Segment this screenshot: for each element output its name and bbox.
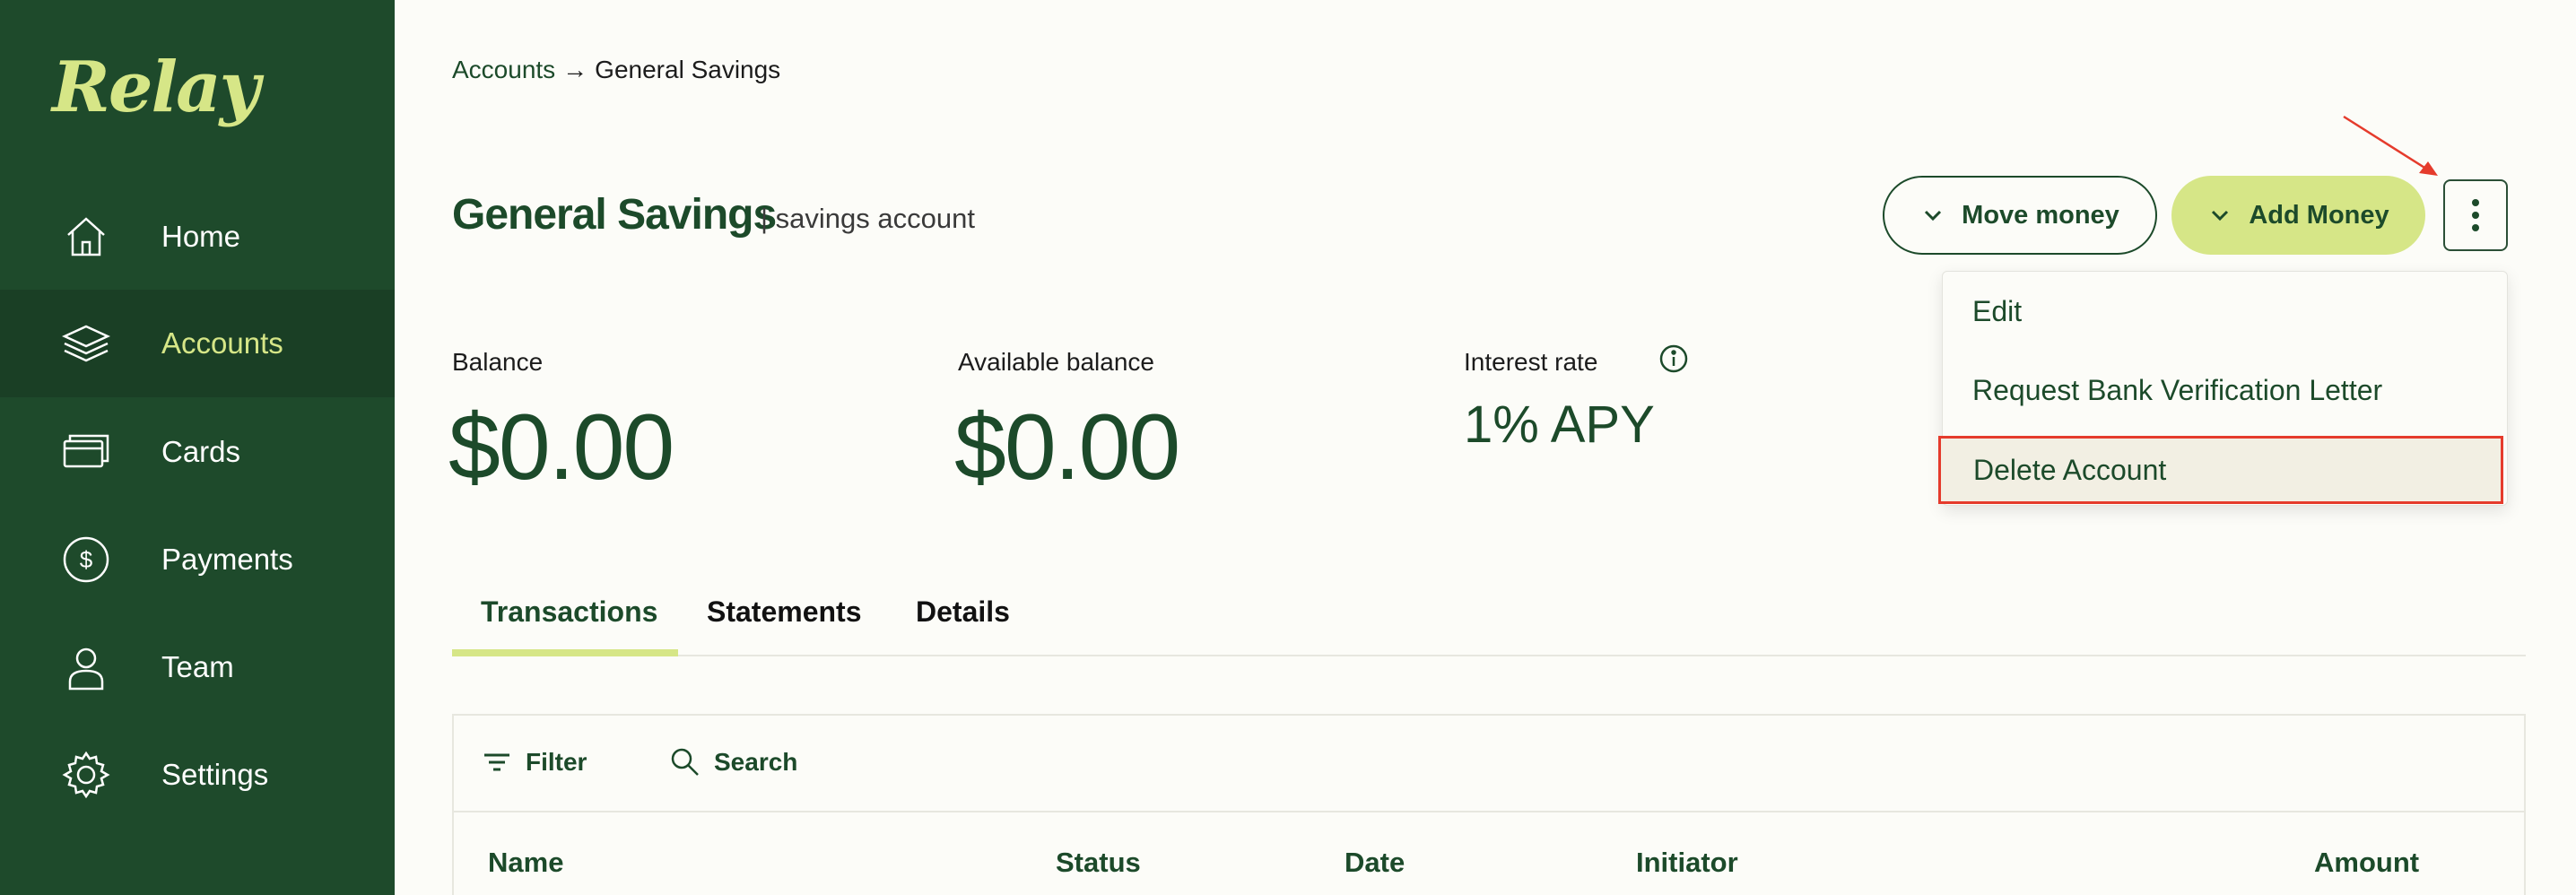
account-tabs: Transactions Statements Details <box>452 585 2526 656</box>
sidebar-item-label: Settings <box>161 758 269 791</box>
interest-rate-label: Interest rate <box>1464 348 1598 376</box>
breadcrumb-accounts-link[interactable]: Accounts <box>452 56 555 83</box>
sidebar-item-label: Cards <box>161 435 241 468</box>
sidebar-item-accounts[interactable]: Accounts <box>0 290 395 397</box>
chevron-down-icon <box>2212 210 2229 222</box>
home-icon <box>61 212 111 262</box>
filter-button[interactable]: Filter <box>481 746 587 778</box>
breadcrumb-separator: → <box>562 56 588 83</box>
sidebar-item-home[interactable]: Home <box>0 183 395 291</box>
available-balance-label: Available balance <box>958 348 1154 376</box>
sidebar-item-payments[interactable]: $ Payments <box>0 506 395 613</box>
tab-details[interactable]: Details <box>916 595 1010 629</box>
gear-icon <box>61 750 111 800</box>
search-button[interactable]: Search <box>669 746 797 778</box>
tab-statements[interactable]: Statements <box>707 595 862 629</box>
more-options-button[interactable] <box>2443 179 2508 251</box>
person-icon <box>61 642 111 692</box>
add-money-label: Add Money <box>2249 200 2389 230</box>
active-tab-indicator <box>452 649 678 656</box>
sidebar-item-label: Team <box>161 650 234 683</box>
relay-logo[interactable]: Relay <box>52 47 260 128</box>
available-balance-value: $0.00 <box>954 395 1180 500</box>
sidebar-item-label: Accounts <box>161 326 283 360</box>
column-header-amount[interactable]: Amount <box>2314 847 2419 879</box>
page-title: General Savings <box>452 191 777 239</box>
sidebar-item-label: Payments <box>161 543 293 576</box>
chevron-down-icon <box>1925 210 1942 222</box>
more-vertical-icon <box>2472 199 2479 231</box>
sidebar-item-team[interactable]: Team <box>0 613 395 721</box>
account-type-label: | savings account <box>761 203 975 234</box>
menu-item-delete-account[interactable]: Delete Account <box>1938 436 2503 504</box>
sidebar-item-settings[interactable]: Settings <box>0 721 395 829</box>
transactions-table: Filter Search Name Status Date Initiator… <box>452 714 2526 895</box>
column-header-name[interactable]: Name <box>488 847 563 879</box>
filter-icon <box>484 753 509 771</box>
cards-icon <box>61 427 111 477</box>
tab-transactions[interactable]: Transactions <box>481 595 657 629</box>
search-label: Search <box>714 748 798 776</box>
column-header-date[interactable]: Date <box>1345 847 1405 879</box>
svg-text:$: $ <box>80 546 93 573</box>
sidebar: Relay Home Accounts Cards $ Payments Tea… <box>0 0 395 895</box>
breadcrumb: Accounts → General Savings <box>452 56 780 84</box>
add-money-button[interactable]: Add Money <box>2171 176 2425 255</box>
filter-label: Filter <box>526 748 587 776</box>
sidebar-item-label: Home <box>161 220 241 253</box>
move-money-label: Move money <box>1962 200 2119 230</box>
move-money-button[interactable]: Move money <box>1883 176 2157 255</box>
column-header-initiator[interactable]: Initiator <box>1636 847 1738 879</box>
table-toolbar: Filter Search <box>454 716 2524 812</box>
dollar-circle-icon: $ <box>61 534 111 585</box>
balance-label: Balance <box>452 348 544 376</box>
column-header-status[interactable]: Status <box>1056 847 1141 879</box>
interest-rate-value: 1% APY <box>1464 395 1655 454</box>
breadcrumb-current: General Savings <box>595 56 781 83</box>
balance-value: $0.00 <box>448 395 674 500</box>
layers-icon <box>61 318 111 369</box>
menu-item-edit[interactable]: Edit <box>1972 295 2022 328</box>
search-icon <box>671 748 699 776</box>
menu-item-request-verification-letter[interactable]: Request Bank Verification Letter <box>1972 374 2382 407</box>
sidebar-item-cards[interactable]: Cards <box>0 398 395 506</box>
info-icon[interactable] <box>1658 343 1689 374</box>
